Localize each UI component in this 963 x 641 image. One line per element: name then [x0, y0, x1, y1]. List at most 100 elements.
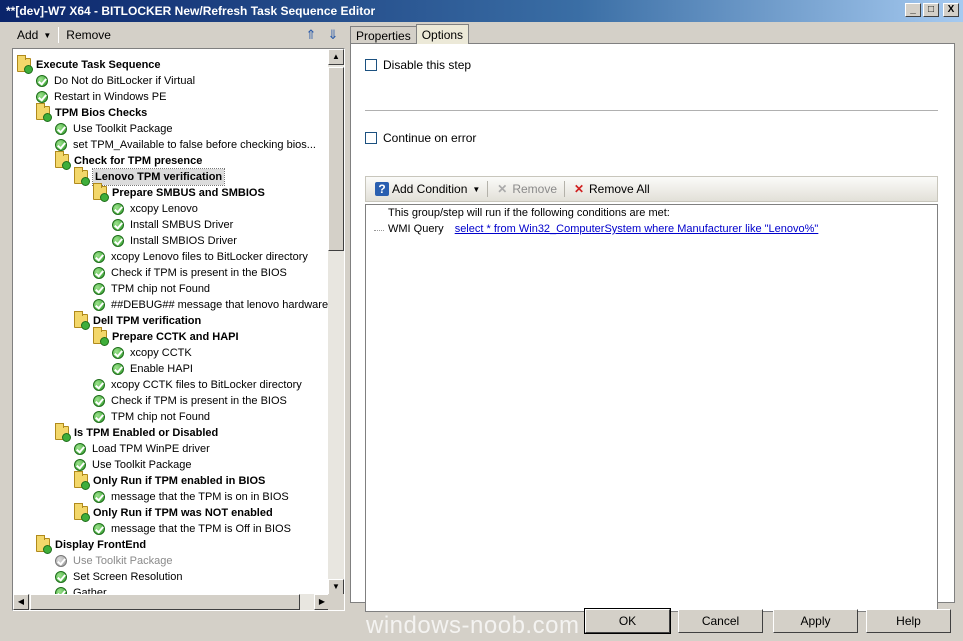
- tree-group-node[interactable]: Only Run if TPM was NOT enabled: [74, 503, 273, 522]
- step-check-icon: [36, 91, 48, 103]
- scroll-up-icon[interactable]: ▲: [328, 49, 344, 65]
- tab-options[interactable]: Options: [415, 24, 470, 44]
- ok-button[interactable]: OK: [584, 608, 671, 634]
- disable-step-label: Disable this step: [383, 58, 472, 72]
- tree-group-node[interactable]: Is TPM Enabled or Disabled: [55, 423, 218, 442]
- tree-node-label: Only Run if TPM was NOT enabled: [93, 507, 273, 519]
- tree-group-node[interactable]: Only Run if TPM enabled in BIOS: [74, 471, 265, 490]
- tree-node-label: xcopy CCTK files to BitLocker directory: [111, 379, 302, 391]
- tree-step-node[interactable]: xcopy Lenovo: [112, 201, 198, 217]
- remove-button[interactable]: Remove: [63, 26, 114, 44]
- cancel-button[interactable]: Cancel: [678, 609, 763, 633]
- apply-button[interactable]: Apply: [773, 609, 858, 633]
- tree-step-node[interactable]: Set Screen Resolution: [55, 569, 182, 585]
- remove-condition-button[interactable]: ✕ Remove: [490, 182, 562, 196]
- tree-node-label: Prepare CCTK and HAPI: [112, 331, 239, 343]
- tree-node-label: TPM chip not Found: [111, 283, 211, 295]
- add-condition-button[interactable]: ? Add Condition ▼: [370, 182, 485, 196]
- tree-group-node[interactable]: Prepare CCTK and HAPI: [93, 327, 239, 346]
- checkbox-box[interactable]: [365, 132, 377, 144]
- tree-step-node[interactable]: Use Toolkit Package: [74, 457, 191, 473]
- tree-node-label: message that the TPM is on in BIOS: [111, 491, 289, 503]
- horizontal-scrollbar[interactable]: ◀ ▶: [13, 594, 330, 610]
- condition-query-link[interactable]: select * from Win32_ComputerSystem where…: [455, 223, 819, 235]
- watermark: windows-noob.com: [366, 612, 580, 639]
- group-folder-icon: [55, 151, 71, 170]
- tree-step-node[interactable]: Do Not do BitLocker if Virtual: [36, 73, 195, 89]
- step-check-icon: [93, 411, 105, 423]
- tree-node-label: Install SMBUS Driver: [130, 219, 234, 231]
- tree-step-node[interactable]: xcopy CCTK files to BitLocker directory: [93, 377, 302, 393]
- toolbar-separator: [487, 181, 489, 197]
- tree-step-node[interactable]: Check if TPM is present in the BIOS: [93, 393, 287, 409]
- condition-header: This group/step will run if the followin…: [388, 207, 670, 219]
- tree-group-node[interactable]: Execute Task Sequence: [17, 55, 161, 74]
- vertical-scroll-thumb[interactable]: [328, 67, 344, 251]
- tree-node-label: ##DEBUG## message that lenovo hardware: [111, 299, 329, 311]
- continue-on-error-checkbox[interactable]: Continue on error: [365, 131, 476, 145]
- tree-step-node[interactable]: Load TPM WinPE driver: [74, 441, 210, 457]
- group-folder-icon: [74, 311, 90, 330]
- tree-node-label: Check if TPM is present in the BIOS: [111, 395, 287, 407]
- tree-node-label: Use Toolkit Package: [73, 555, 173, 567]
- step-check-icon: [112, 347, 124, 359]
- tree-node-label: TPM chip not Found: [111, 411, 211, 423]
- tree-step-node[interactable]: message that the TPM is on in BIOS: [93, 489, 289, 505]
- horizontal-scroll-thumb[interactable]: [30, 594, 300, 610]
- tree-step-node[interactable]: xcopy CCTK: [112, 345, 192, 361]
- tree-step-node[interactable]: TPM chip not Found: [93, 281, 210, 297]
- vertical-scrollbar[interactable]: ▲ ▼: [328, 49, 344, 595]
- move-down-icon[interactable]: ⇓: [325, 27, 341, 43]
- step-check-icon: [112, 203, 124, 215]
- tree-connector: [374, 230, 384, 231]
- group-folder-icon: [93, 327, 109, 346]
- tree-step-node[interactable]: xcopy Lenovo files to BitLocker director…: [93, 249, 308, 265]
- step-check-icon: [55, 571, 67, 583]
- tree-node-label: xcopy Lenovo: [130, 203, 198, 215]
- disable-step-checkbox[interactable]: Disable this step: [365, 58, 471, 72]
- tree-step-node[interactable]: Enable HAPI: [112, 361, 193, 377]
- tree-step-node[interactable]: Install SMBUS Driver: [112, 217, 233, 233]
- tree-node-label: Restart in Windows PE: [54, 91, 167, 103]
- task-sequence-tree[interactable]: Execute Task Sequence Do Not do BitLocker…: [12, 48, 345, 611]
- toolbar-separator: [564, 181, 565, 197]
- group-folder-icon: [74, 503, 90, 522]
- tree-group-node[interactable]: Display FrontEnd: [36, 535, 147, 554]
- help-button[interactable]: Help: [866, 609, 951, 633]
- tree-group-node[interactable]: Prepare SMBUS and SMBIOS: [93, 183, 265, 202]
- add-menu-button[interactable]: Add ▼: [14, 26, 54, 44]
- tree-node-label: Check if TPM is present in the BIOS: [111, 267, 287, 279]
- tree-node-label: Install SMBIOS Driver: [130, 235, 237, 247]
- checkbox-box[interactable]: [365, 59, 377, 71]
- group-folder-icon: [93, 183, 109, 202]
- step-check-icon: [112, 219, 124, 231]
- condition-type: WMI Query: [388, 223, 444, 235]
- right-panel: Properties Options Disable this step Con…: [350, 24, 955, 612]
- tab-properties[interactable]: Properties: [350, 26, 417, 44]
- tree-node-label: Load TPM WinPE driver: [92, 443, 210, 455]
- tree-step-node[interactable]: Restart in Windows PE: [36, 89, 166, 105]
- section-divider: [365, 110, 938, 111]
- remove-all-label: Remove All: [589, 182, 650, 196]
- minimize-button[interactable]: _: [905, 3, 921, 17]
- scroll-left-icon[interactable]: ◀: [13, 594, 29, 610]
- condition-item[interactable]: WMI Query select * from Win32_ComputerSy…: [388, 223, 818, 235]
- tree-node-label: Display FrontEnd: [55, 539, 147, 551]
- window-title: **[dev]-W7 X64 - BITLOCKER New/Refresh T…: [6, 4, 376, 18]
- tree-step-node[interactable]: Use Toolkit Package: [55, 553, 172, 569]
- scroll-down-icon[interactable]: ▼: [328, 579, 344, 595]
- remove-all-button[interactable]: ✕ Remove All: [567, 182, 655, 196]
- tree-step-node[interactable]: Check if TPM is present in the BIOS: [93, 265, 287, 281]
- tree-step-node[interactable]: Use Toolkit Package: [55, 121, 172, 137]
- tree-step-node[interactable]: set TPM_Available to false before checki…: [55, 137, 316, 153]
- tree-step-node[interactable]: TPM chip not Found: [93, 409, 210, 425]
- maximize-button[interactable]: □: [923, 3, 939, 17]
- move-up-icon[interactable]: ⇑: [303, 27, 319, 43]
- condition-list[interactable]: This group/step will run if the followin…: [365, 204, 938, 612]
- continue-on-error-label: Continue on error: [383, 131, 477, 145]
- tree-group-node[interactable]: TPM Bios Checks: [36, 103, 147, 122]
- close-button[interactable]: X: [943, 3, 959, 17]
- tree-step-node[interactable]: message that the TPM is Off in BIOS: [93, 521, 291, 537]
- tree-step-node[interactable]: Install SMBIOS Driver: [112, 233, 237, 249]
- tree-step-node[interactable]: ##DEBUG## message that lenovo hardware: [93, 297, 328, 313]
